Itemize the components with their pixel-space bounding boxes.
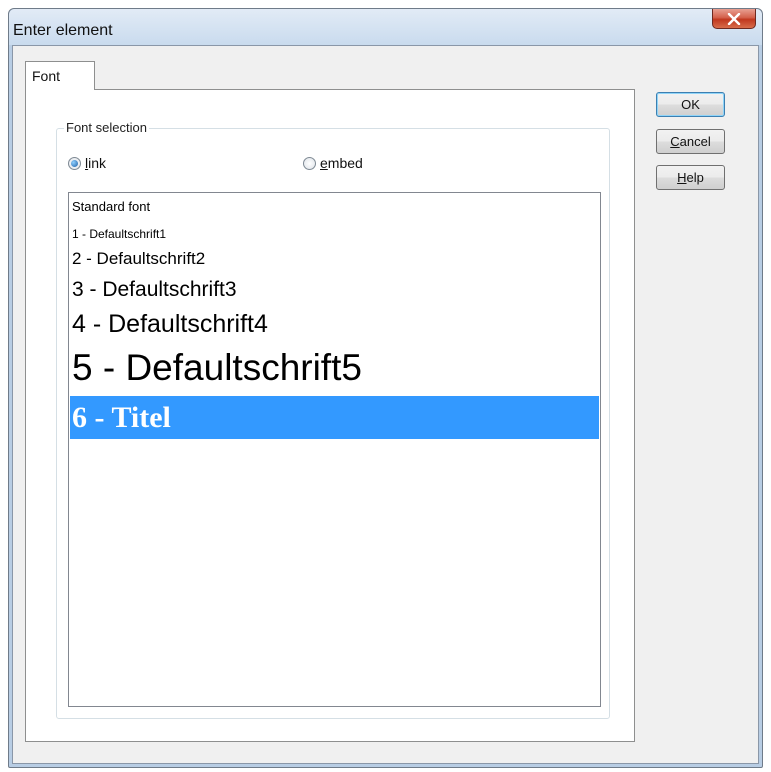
cancel-button[interactable]: Cancel [656, 129, 725, 154]
title-bar[interactable]: Enter element [9, 9, 762, 45]
dialog-window: Enter element Font Font selection link e… [8, 8, 763, 768]
close-icon [727, 12, 741, 25]
dialog-client-area: Font Font selection link embed Standard … [12, 45, 759, 764]
radio-link-circle[interactable] [68, 156, 81, 170]
list-item-defaultschrift3[interactable]: 3 - Defaultschrift3 [70, 278, 599, 304]
list-item-defaultschrift2[interactable]: 2 - Defaultschrift2 [70, 249, 599, 271]
radio-link-label: link [85, 155, 107, 171]
radio-embed-circle[interactable] [303, 156, 316, 170]
tab-font-label: Font [32, 68, 61, 84]
radio-embed-label: embed [320, 155, 363, 171]
list-item-defaultschrift4[interactable]: 4 - Defaultschrift4 [70, 310, 599, 341]
close-button[interactable] [712, 9, 756, 29]
radio-link[interactable]: link [68, 155, 106, 171]
list-item-titel[interactable]: 6 - Titel [70, 396, 599, 439]
list-item-defaultschrift5[interactable]: 5 - Defaultschrift5 [70, 347, 599, 392]
font-tab-panel: Font selection link embed Standard font … [25, 89, 635, 742]
help-button[interactable]: Help [656, 165, 725, 190]
tab-font[interactable]: Font [25, 61, 95, 90]
font-listbox[interactable]: Standard font 1 - Defaultschrift1 2 - De… [68, 192, 601, 707]
radio-embed[interactable]: embed [303, 155, 363, 171]
list-item-defaultschrift1[interactable]: 1 - Defaultschrift1 [70, 227, 599, 244]
window-title: Enter element [13, 22, 113, 39]
font-selection-label: Font selection [64, 120, 149, 135]
radio-checked-dot [71, 159, 78, 167]
list-item-standard-font[interactable]: Standard font [70, 199, 599, 217]
ok-button[interactable]: OK [656, 92, 725, 117]
